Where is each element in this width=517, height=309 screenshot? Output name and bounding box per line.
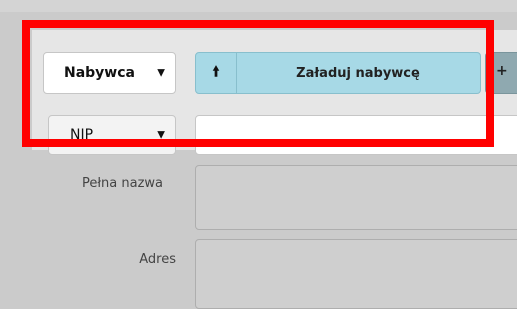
address-label: Adres [139,252,176,267]
address-field[interactable] [195,239,517,309]
load-buyer-button[interactable]: 🠙 Załaduj nabywcę [195,52,481,94]
buyer-select-value: Nabywca [64,65,135,81]
caret-down-icon: ▼ [157,129,165,141]
caret-down-icon: ▼ [157,67,165,79]
add-icon: + [496,63,508,79]
arrow-up-icon: 🠙 [196,53,237,93]
tax-id-type-value: NIP [70,127,94,143]
tax-id-type-select[interactable]: NIP ▼ [48,115,176,155]
top-band [0,0,517,12]
full-name-label: Pełna nazwa [81,176,163,191]
side-action-button[interactable]: + [485,52,517,94]
full-name-field[interactable] [195,165,517,230]
buyer-select[interactable]: Nabywca ▼ [43,52,176,94]
load-buyer-label: Załaduj nabywcę [296,65,420,81]
tax-id-input[interactable] [195,115,517,155]
